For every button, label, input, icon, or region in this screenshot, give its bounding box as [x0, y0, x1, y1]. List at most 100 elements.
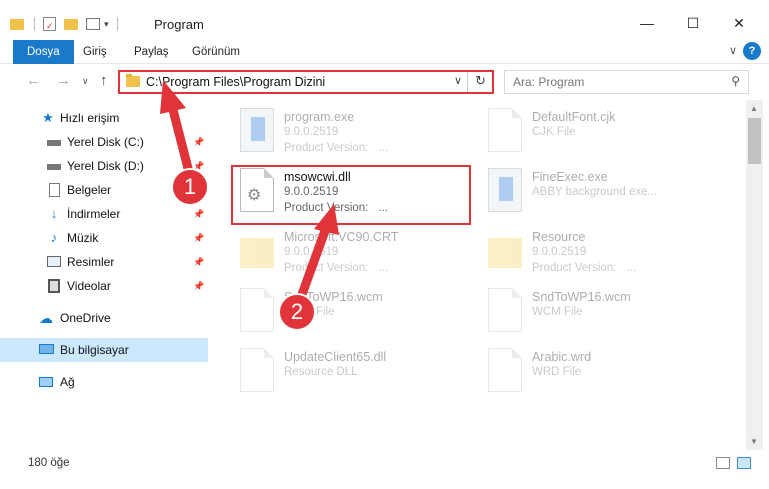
- file-type: CJK File: [532, 126, 576, 138]
- new-folder-icon[interactable]: [64, 18, 78, 30]
- sidebar-item-label: İndirmeler: [67, 207, 121, 221]
- status-bar: 180 öğe: [0, 450, 769, 476]
- large-icons-view-icon[interactable]: [737, 457, 751, 469]
- address-bar[interactable]: C:\Program Files\Program Dizini ∨ ↻: [118, 70, 494, 94]
- folder-icon: [240, 238, 274, 268]
- pin-icon[interactable]: 📌: [193, 257, 204, 268]
- navigation-pane: ★ Hızlı erişim Yerel Disk (C:) 📌 Yerel D…: [0, 100, 208, 450]
- pin-icon[interactable]: 📌: [193, 209, 204, 220]
- file-version: 9.0.0.2519: [284, 246, 339, 258]
- search-placeholder: Ara: Program: [513, 75, 585, 89]
- search-input[interactable]: Ara: Program ⚲: [504, 70, 749, 94]
- sidebar-item-network[interactable]: Ağ: [0, 370, 208, 394]
- network-icon: [38, 374, 54, 390]
- exe-file-icon: [240, 108, 274, 152]
- music-icon: ♪: [50, 230, 58, 245]
- file-item[interactable]: SndToWP16.wcm WCM File: [482, 284, 722, 342]
- sidebar-item-onedrive[interactable]: ☁ OneDrive: [0, 306, 208, 330]
- file-item[interactable]: SndToWP16.wcm WCM File: [234, 284, 474, 342]
- document-file-icon: [240, 288, 274, 332]
- meta-value: ...: [378, 142, 388, 154]
- file-name: SndToWP16.wcm: [532, 290, 631, 304]
- folder-icon: [126, 74, 140, 87]
- sidebar-item-quick-access[interactable]: ★ Hızlı erişim: [0, 106, 208, 130]
- sidebar-item-label: Belgeler: [67, 183, 112, 197]
- star-icon: ★: [42, 110, 54, 125]
- file-version: 9.0.0.2519: [284, 126, 339, 138]
- maximize-button[interactable]: ☐: [670, 8, 716, 38]
- vertical-scrollbar[interactable]: ▲ ▼: [746, 100, 763, 450]
- scroll-down-icon[interactable]: ▼: [750, 437, 758, 446]
- sidebar-item-local-disk-c[interactable]: Yerel Disk (C:) 📌: [0, 130, 208, 154]
- tab-file[interactable]: Dosya: [13, 40, 74, 64]
- sidebar-item-label: OneDrive: [60, 311, 111, 325]
- title-bar: ✓ ▾ Program — ☐ ✕: [0, 0, 769, 40]
- meta-label: Product Version:: [532, 262, 617, 274]
- pictures-icon: [46, 254, 62, 270]
- recent-locations-icon[interactable]: ∨: [82, 76, 89, 87]
- chevron-down-icon[interactable]: ∨: [454, 74, 462, 87]
- details-view-icon[interactable]: [716, 457, 730, 469]
- sidebar-item-label: Resimler: [67, 255, 115, 269]
- file-name: program.exe: [284, 110, 355, 124]
- forward-arrow-icon[interactable]: →: [56, 72, 71, 89]
- sidebar-item-this-pc[interactable]: Bu bilgisayar: [0, 338, 208, 362]
- chevron-up-icon[interactable]: ∨: [729, 44, 737, 57]
- separator: [34, 17, 35, 31]
- sidebar-item-label: Hızlı erişim: [60, 111, 120, 125]
- separator: [116, 17, 118, 31]
- drive-icon: [46, 158, 62, 174]
- file-item[interactable]: Microsoft.VC90.CRT 9.0.0.2519 Product Ve…: [234, 224, 474, 282]
- tab-home[interactable]: Giriş: [83, 40, 107, 64]
- tab-share[interactable]: Paylaş: [134, 40, 169, 64]
- file-type: Resource DLL: [284, 366, 358, 378]
- chevron-down-icon[interactable]: ▾: [104, 19, 109, 30]
- address-path[interactable]: C:\Program Files\Program Dizini: [146, 75, 325, 89]
- file-item[interactable]: FineExec.exe ABBY background exe...: [482, 164, 722, 222]
- file-type: WCM File: [532, 306, 583, 318]
- scrollbar-thumb[interactable]: [748, 118, 761, 164]
- pin-icon[interactable]: 📌: [193, 233, 204, 244]
- folder-icon[interactable]: [10, 18, 24, 30]
- pin-icon[interactable]: 📌: [193, 281, 204, 292]
- sidebar-item-pictures[interactable]: Resimler 📌: [0, 250, 208, 274]
- meta-value: ...: [626, 262, 636, 274]
- back-arrow-icon[interactable]: ←: [26, 72, 41, 89]
- file-name: DefaultFont.cjk: [532, 110, 616, 124]
- tab-view[interactable]: Görünüm: [192, 40, 240, 64]
- exe-file-icon: [488, 168, 522, 212]
- file-item[interactable]: Resource 9.0.0.2519 Product Version:...: [482, 224, 722, 282]
- help-button[interactable]: ?: [743, 42, 761, 60]
- file-item[interactable]: UpdateClient65.dll Resource DLL: [234, 344, 474, 402]
- file-item[interactable]: DefaultFont.cjk CJK File: [482, 104, 722, 162]
- close-button[interactable]: ✕: [716, 8, 762, 38]
- sidebar-item-downloads[interactable]: ↓ İndirmeler 📌: [0, 202, 208, 226]
- file-name: Arabic.wrd: [532, 350, 592, 364]
- sidebar-item-label: Bu bilgisayar: [60, 343, 129, 357]
- step-badge-1: 1: [171, 168, 209, 206]
- sidebar-item-videos[interactable]: Videolar 📌: [0, 274, 208, 298]
- customize-toolbar-icon[interactable]: [86, 18, 100, 30]
- file-name: Resource: [532, 230, 586, 244]
- sidebar-item-label: Yerel Disk (D:): [67, 159, 144, 173]
- file-item[interactable]: program.exe 9.0.0.2519 Product Version:.…: [234, 104, 474, 162]
- folder-icon: [488, 238, 522, 268]
- pin-icon[interactable]: 📌: [193, 137, 204, 148]
- meta-label: Product Version:: [284, 262, 369, 274]
- minimize-button[interactable]: —: [624, 8, 670, 38]
- cloud-icon: ☁: [39, 310, 53, 326]
- sidebar-item-label: Yerel Disk (C:): [67, 135, 144, 149]
- search-icon[interactable]: ⚲: [731, 74, 740, 88]
- up-arrow-icon[interactable]: ↑: [100, 72, 108, 89]
- ribbon-tabs: Dosya Giriş Paylaş Görünüm ∨ ?: [0, 40, 769, 64]
- file-type: WRD File: [532, 366, 582, 378]
- file-item[interactable]: Arabic.wrd WRD File: [482, 344, 722, 402]
- scroll-up-icon[interactable]: ▲: [750, 104, 758, 113]
- file-list: program.exe 9.0.0.2519 Product Version:.…: [208, 100, 746, 450]
- sidebar-item-music[interactable]: ♪ Müzik 📌: [0, 226, 208, 250]
- file-name: Microsoft.VC90.CRT: [284, 230, 399, 244]
- refresh-icon[interactable]: ↻: [475, 73, 486, 89]
- properties-icon[interactable]: ✓: [43, 17, 56, 31]
- sidebar-item-label: Ağ: [60, 375, 75, 389]
- navigation-bar: ← → ∨ ↑ C:\Program Files\Program Dizini …: [0, 64, 769, 100]
